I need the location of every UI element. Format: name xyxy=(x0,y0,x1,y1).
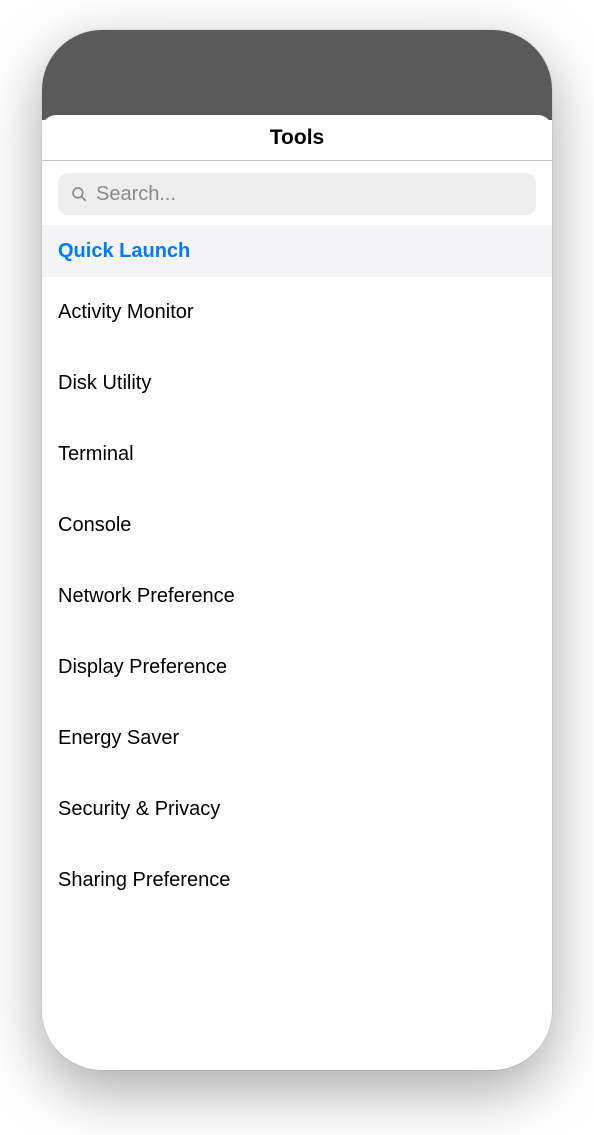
list-item-activity-monitor[interactable]: Activity Monitor xyxy=(42,277,552,348)
page-title: Tools xyxy=(270,126,324,150)
status-bar-area xyxy=(42,30,552,120)
list-item-console[interactable]: Console xyxy=(42,490,552,561)
list-item-disk-utility[interactable]: Disk Utility xyxy=(42,348,552,419)
search-icon xyxy=(70,185,88,203)
search-field[interactable] xyxy=(58,173,536,215)
nav-bar: Tools xyxy=(42,115,552,161)
list-item-label: Console xyxy=(58,514,131,537)
list-item-terminal[interactable]: Terminal xyxy=(42,419,552,490)
list-item-sharing-preference[interactable]: Sharing Preference xyxy=(42,845,552,916)
search-wrapper xyxy=(42,161,552,225)
list-item-label: Activity Monitor xyxy=(58,301,194,324)
search-input[interactable] xyxy=(96,183,524,206)
list-item-label: Terminal xyxy=(58,443,134,466)
list-item-quick-launch[interactable]: Quick Launch xyxy=(42,225,552,277)
list-item-label: Display Preference xyxy=(58,656,227,679)
list-item-energy-saver[interactable]: Energy Saver xyxy=(42,703,552,774)
list-item-label: Network Preference xyxy=(58,585,235,608)
list-item-display-preference[interactable]: Display Preference xyxy=(42,632,552,703)
list-item-label: Quick Launch xyxy=(58,240,190,263)
list-item-network-preference[interactable]: Network Preference xyxy=(42,561,552,632)
tools-list: Quick Launch Activity Monitor Disk Utili… xyxy=(42,225,552,916)
device-frame: Tools Quick Launch Activity Monitor Disk… xyxy=(42,30,552,1070)
list-item-label: Disk Utility xyxy=(58,372,151,395)
list-item-security-privacy[interactable]: Security & Privacy xyxy=(42,774,552,845)
list-item-label: Security & Privacy xyxy=(58,798,220,821)
list-item-label: Sharing Preference xyxy=(58,869,230,892)
list-item-label: Energy Saver xyxy=(58,727,179,750)
